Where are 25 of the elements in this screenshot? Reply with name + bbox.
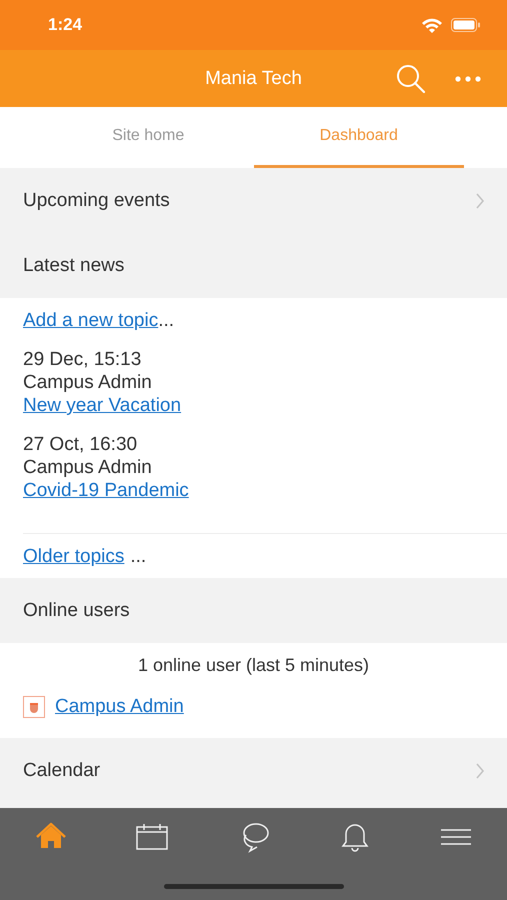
calendar-icon[interactable] [135, 821, 170, 853]
app-title: Mania Tech [205, 68, 302, 90]
block-title[interactable]: Calendar [23, 760, 100, 782]
tab[interactable]: Site home [43, 107, 254, 168]
post-subject-link[interactable]: New year Vacation [23, 395, 182, 416]
post-date: 29 Dec, 15:13 [23, 348, 142, 371]
older-topics-link[interactable]: Older topics [23, 546, 124, 567]
status-time: 1:24 [48, 15, 82, 35]
online-summary: 1 online user (last 5 minutes) [136, 655, 370, 676]
avatar-icon [23, 696, 45, 718]
chevron-right-icon [475, 762, 485, 778]
user-link[interactable]: Campus Admin [55, 696, 184, 718]
post-author: Campus Admin [23, 456, 153, 479]
ellipsis-text: ... [130, 546, 146, 567]
wifi-icon [421, 17, 443, 33]
post-author: Campus Admin [23, 371, 153, 394]
post-date: 27 Oct, 16:30 [23, 433, 138, 456]
chevron-right-icon [475, 192, 485, 208]
ellipsis-text: ... [158, 310, 174, 331]
block-title[interactable]: Upcoming events [23, 190, 170, 212]
block-title: Latest news [23, 254, 124, 276]
post-subject-link[interactable]: Covid-19 Pandemic [23, 480, 189, 501]
add-topic-link[interactable]: Add a new topic [23, 310, 158, 331]
battery-icon [451, 18, 481, 32]
block-title: Online users [23, 600, 130, 622]
